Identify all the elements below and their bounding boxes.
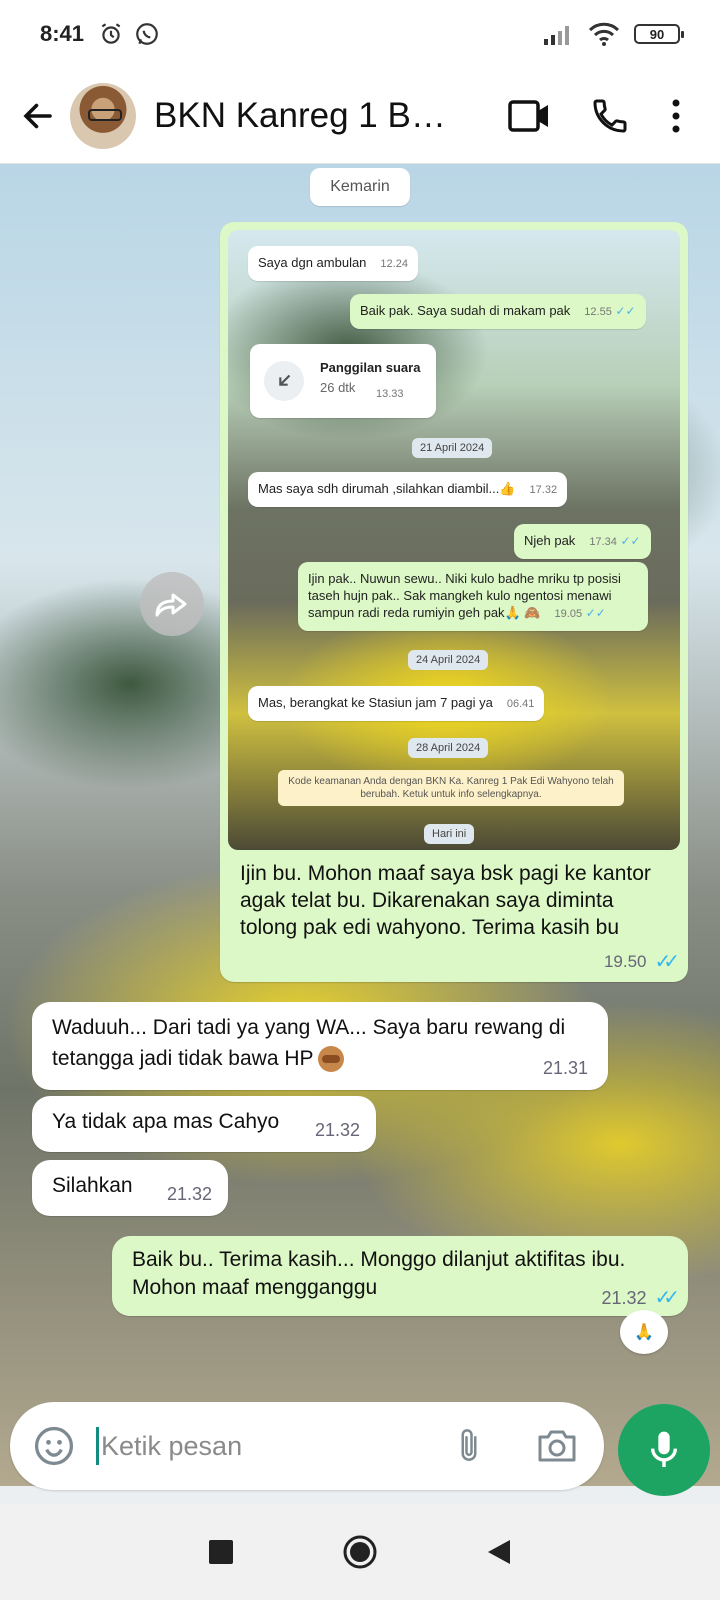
back-button[interactable] xyxy=(8,86,68,146)
incoming-message[interactable]: Waduuh... Dari tadi ya yang WA... Saya b… xyxy=(32,1002,608,1090)
inner-date-chip: 28 April 2024 xyxy=(408,738,489,758)
inner-incoming-message: Mas saya sdh dirumah ,silahkan diambil..… xyxy=(248,472,568,507)
microphone-icon xyxy=(650,1431,678,1467)
read-ticks-icon: ✓✓ xyxy=(654,951,679,973)
arrow-left-icon xyxy=(23,103,52,128)
message-meta: 19.50 ✓✓ xyxy=(603,949,680,974)
message-time: 21.31 xyxy=(542,1058,588,1078)
outgoing-message[interactable]: Baik bu.. Terima kasih... Monggo dilanju… xyxy=(112,1236,688,1316)
system-navigation-bar xyxy=(0,1504,720,1600)
status-time: 8:41 xyxy=(40,21,85,46)
forwarded-screenshot-image[interactable]: Saya dgn ambulan 12.24 Baik pak. Saya sud… xyxy=(228,230,680,850)
inner-outgoing-message: Njeh pak 17.34 ✓✓ xyxy=(514,524,651,559)
see-no-evil-monkey-icon xyxy=(317,1046,344,1073)
incoming-message[interactable]: Ya tidak apa mas Cahyo 21.32 xyxy=(32,1096,376,1152)
voice-call-icon[interactable] xyxy=(590,96,630,136)
forward-icon xyxy=(155,593,187,617)
missed-call-icon xyxy=(264,361,304,401)
inner-security-notice: Kode keamanan Anda dengan BKN Ka. Kanreg… xyxy=(278,770,624,806)
message-text: Silahkan xyxy=(52,1174,133,1197)
forward-button[interactable] xyxy=(140,572,204,636)
message-time: 19.50 xyxy=(603,951,647,971)
status-bar: 8:41 90 xyxy=(0,0,720,68)
message-reaction[interactable]: 🙏 xyxy=(620,1310,668,1354)
voice-record-button[interactable] xyxy=(618,1404,710,1496)
inner-outgoing-message: Baik pak. Saya sudah di makam pak 12.55 ✓… xyxy=(350,294,646,329)
inner-date-chip: 21 April 2024 xyxy=(412,438,493,458)
chat-header: BKN Kanreg 1 Bu... xyxy=(0,68,720,164)
video-call-icon[interactable] xyxy=(508,98,550,134)
image-caption: Ijin bu. Mohon maaf saya bsk pagi ke kan… xyxy=(240,862,651,939)
back-nav-icon[interactable] xyxy=(486,1538,512,1566)
contact-avatar[interactable] xyxy=(70,82,136,149)
inner-date-chip: 24 April 2024 xyxy=(408,650,489,670)
inner-incoming-message: Saya dgn ambulan 12.24 xyxy=(248,246,418,281)
date-chip: Kemarin xyxy=(310,168,410,206)
inner-outgoing-message: Ijin pak.. Nuwun sewu.. Niki kulo badhe … xyxy=(298,562,648,631)
read-ticks-icon: ✓✓ xyxy=(615,304,636,318)
chat-area[interactable]: Kemarin Saya dgn ambulan 12.24 Baik pak. … xyxy=(0,164,720,1486)
camera-icon xyxy=(538,1430,576,1462)
message-composer xyxy=(10,1402,604,1490)
inner-voice-call-card: Panggilan suara 26 dtk 13.33 xyxy=(250,344,436,418)
emoji-icon[interactable] xyxy=(32,1424,76,1468)
whatsapp-status-icon xyxy=(136,23,158,45)
home-icon[interactable] xyxy=(342,1534,378,1570)
more-options-icon[interactable] xyxy=(670,98,682,134)
inner-incoming-message: Mas, berangkat ke Stasiun jam 7 pagi ya 0… xyxy=(248,686,545,721)
attach-button[interactable] xyxy=(447,1424,491,1468)
alarm-icon xyxy=(101,23,121,44)
message-text: Ya tidak apa mas Cahyo xyxy=(52,1110,280,1133)
read-ticks-icon: ✓✓ xyxy=(654,1287,679,1309)
signal-icon xyxy=(544,26,569,45)
message-time: 21.32 xyxy=(166,1184,212,1204)
message-time: 21.32 xyxy=(314,1120,360,1140)
camera-button[interactable] xyxy=(535,1424,579,1468)
contact-name[interactable]: BKN Kanreg 1 Bu... xyxy=(154,96,454,136)
incoming-message[interactable]: Silahkan 21.32 xyxy=(32,1160,228,1216)
message-time: 21.32 xyxy=(601,1288,647,1308)
wifi-icon xyxy=(588,22,620,46)
message-text: Waduuh... Dari tadi ya yang WA... Saya b… xyxy=(52,1016,566,1070)
message-text: Baik bu.. Terima kasih... Monggo dilanju… xyxy=(132,1248,626,1299)
message-input[interactable] xyxy=(99,1429,429,1463)
paperclip-icon xyxy=(461,1429,477,1461)
outgoing-image-message[interactable]: Saya dgn ambulan 12.24 Baik pak. Saya sud… xyxy=(220,222,688,982)
battery-indicator: 90 xyxy=(634,24,684,44)
recents-icon[interactable] xyxy=(208,1539,234,1565)
inner-today-chip: Hari ini xyxy=(424,824,475,844)
